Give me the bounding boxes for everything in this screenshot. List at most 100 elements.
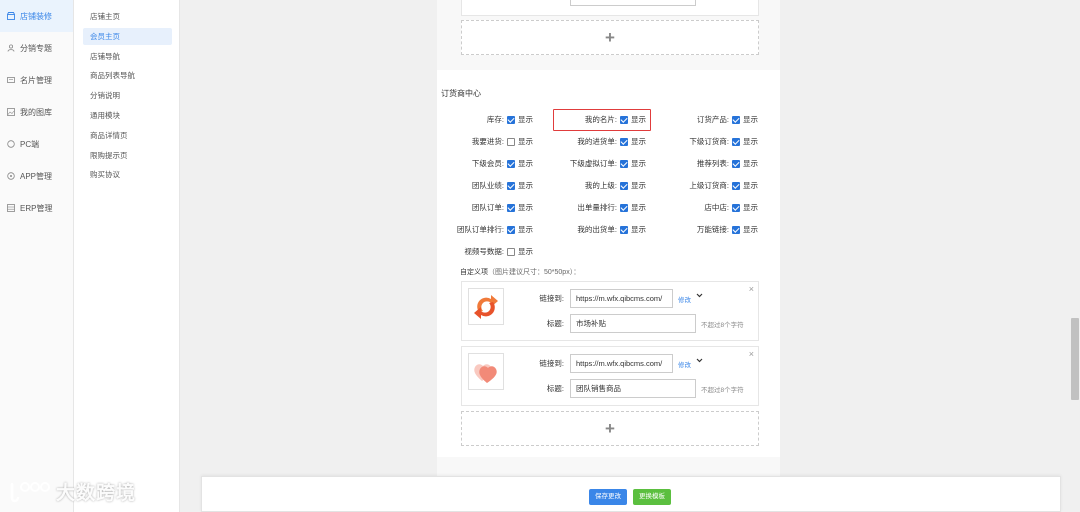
setting-row: 下级会员: 显示 [414, 158, 533, 169]
custom-title-label: 自定义项 [460, 269, 488, 276]
thumbnail[interactable] [468, 353, 504, 390]
change-template-button[interactable]: 更换模板 [633, 489, 671, 505]
sidebar-item-shop-decoration[interactable]: 店铺装修 [0, 0, 73, 32]
add-item-button-top[interactable]: + [461, 20, 759, 55]
close-icon[interactable]: × [749, 284, 754, 294]
chevron-down-icon[interactable] [696, 358, 703, 365]
setting-label: 我的上级: [584, 181, 617, 190]
sidebar-item-card-management[interactable]: 名片管理 [0, 64, 73, 96]
subnav-item-shop-nav[interactable]: 店铺导航 [83, 48, 172, 65]
scrollbar[interactable] [1070, 0, 1080, 512]
setting-label: 推荐列表: [696, 159, 729, 168]
title-input[interactable]: 团队销售商品 [570, 379, 696, 398]
link-label: 链接到: [539, 294, 564, 303]
save-button[interactable]: 保存更改 [589, 489, 627, 505]
link-card: 链接到: https://m.wfx.qibcms.com/ 修改 标题: 市场… [461, 281, 759, 341]
setting-label: 我的进货单: [577, 137, 617, 146]
title-input-partial[interactable] [570, 0, 696, 6]
app-icon [7, 172, 15, 180]
show-checkbox[interactable] [507, 115, 515, 124]
subnav-item-purchase-limit[interactable]: 限购提示页 [83, 147, 172, 164]
sidebar-item-app[interactable]: APP管理 [0, 160, 73, 192]
show-checkbox[interactable] [507, 181, 515, 190]
plus-icon: + [605, 418, 615, 438]
chevron-down-icon[interactable] [696, 293, 703, 300]
watermark-logo: 大数跨境 [8, 478, 136, 505]
show-checkbox[interactable] [732, 203, 740, 212]
scrollbar-thumb[interactable] [1071, 318, 1079, 400]
edit-link[interactable]: 修改 [678, 294, 691, 304]
setting-row: 我的出货单: 显示 [527, 224, 646, 235]
show-checkbox[interactable] [732, 159, 740, 168]
sidebar-item-label: 店铺装修 [20, 11, 52, 21]
setting-row: 我的进货单: 显示 [527, 136, 646, 147]
setting-row: 店中店: 显示 [639, 202, 758, 213]
setting-row: 团队业绩: 显示 [414, 180, 533, 191]
subnav-item-purchase-agreement[interactable]: 购买协议 [83, 166, 172, 183]
subnav-item-shop-home[interactable]: 店铺主页 [83, 8, 172, 25]
sidebar-item-erp[interactable]: ERP管理 [0, 192, 73, 224]
setting-label: 订货产品: [696, 115, 729, 124]
custom-title-hint: （图片建议尺寸：50*50px）： [488, 269, 581, 276]
subnav-item-member-home[interactable]: 会员主页 [83, 27, 172, 45]
show-checkbox[interactable] [620, 181, 628, 190]
erp-icon [7, 204, 15, 212]
setting-row: 团队订单排行: 显示 [414, 224, 533, 235]
setting-label: 下级虚拟订单: [569, 159, 617, 168]
show-label: 显示 [743, 203, 758, 212]
show-checkbox[interactable] [732, 225, 740, 234]
sidebar-item-label: 分销专题 [20, 43, 52, 53]
highlight-box [553, 109, 651, 131]
show-checkbox[interactable] [620, 137, 628, 146]
show-checkbox[interactable] [620, 159, 628, 168]
setting-label: 下级会员: [471, 159, 504, 168]
show-checkbox[interactable] [507, 137, 515, 146]
setting-row: 团队订单: 显示 [414, 202, 533, 213]
sidebar-item-distribution[interactable]: 分销专题 [0, 32, 73, 64]
show-checkbox[interactable] [507, 247, 515, 256]
pc-icon [7, 140, 15, 148]
show-checkbox[interactable] [507, 225, 515, 234]
subnav-item-distribution-info[interactable]: 分销说明 [83, 87, 172, 104]
show-label: 显示 [743, 225, 758, 234]
show-checkbox[interactable] [732, 181, 740, 190]
close-icon[interactable]: × [749, 349, 754, 359]
setting-label: 库存: [486, 115, 504, 124]
edit-link[interactable]: 修改 [678, 359, 691, 369]
sidebar-item-label: 名片管理 [20, 75, 52, 85]
distribution-icon [7, 44, 15, 52]
setting-label: 团队订单: [471, 203, 504, 212]
show-label: 显示 [743, 159, 758, 168]
setting-row: 万能链接: 显示 [639, 224, 758, 235]
add-item-button[interactable]: + [461, 411, 759, 446]
subnav-item-common-modules[interactable]: 通用模块 [83, 107, 172, 124]
show-label: 显示 [743, 137, 758, 146]
setting-row: 订货产品: 显示 [639, 114, 758, 125]
setting-label: 出单量排行: [577, 203, 617, 212]
url-input[interactable]: https://m.wfx.qibcms.com/ [570, 354, 673, 373]
show-checkbox[interactable] [507, 203, 515, 212]
show-checkbox[interactable] [507, 159, 515, 168]
setting-row: 库存: 显示 [414, 114, 533, 125]
show-label: 显示 [743, 115, 758, 124]
show-checkbox[interactable] [732, 137, 740, 146]
action-bar: 保存更改 更换模板 [201, 476, 1061, 512]
setting-row: 视频号数据: 显示 [414, 246, 533, 257]
subnav-item-product-list-nav[interactable]: 商品列表导航 [83, 67, 172, 84]
url-input[interactable]: https://m.wfx.qibcms.com/ [570, 289, 673, 308]
show-checkbox[interactable] [620, 225, 628, 234]
subnav-item-product-detail[interactable]: 商品详情页 [83, 127, 172, 144]
title-input[interactable]: 市场补贴 [570, 314, 696, 333]
show-label: 显示 [518, 247, 533, 256]
setting-label: 团队业绩: [471, 181, 504, 190]
show-checkbox[interactable] [732, 115, 740, 124]
settings-panel: + 订货商中心 库存: 显示 我的名片: 显示 订货产品: 显示 我要进货: 显示 我的进货单:… [437, 0, 780, 512]
show-checkbox[interactable] [620, 203, 628, 212]
thumbnail[interactable] [468, 288, 504, 325]
panel-top-area: + [437, 0, 780, 70]
setting-row: 下级虚拟订单: 显示 [527, 158, 646, 169]
refresh-arrows-icon [474, 294, 498, 319]
sidebar-item-pc[interactable]: PC端 [0, 128, 73, 160]
sidebar-item-gallery[interactable]: 我的图库 [0, 96, 73, 128]
watermark-text: 大数跨境 [56, 483, 137, 504]
